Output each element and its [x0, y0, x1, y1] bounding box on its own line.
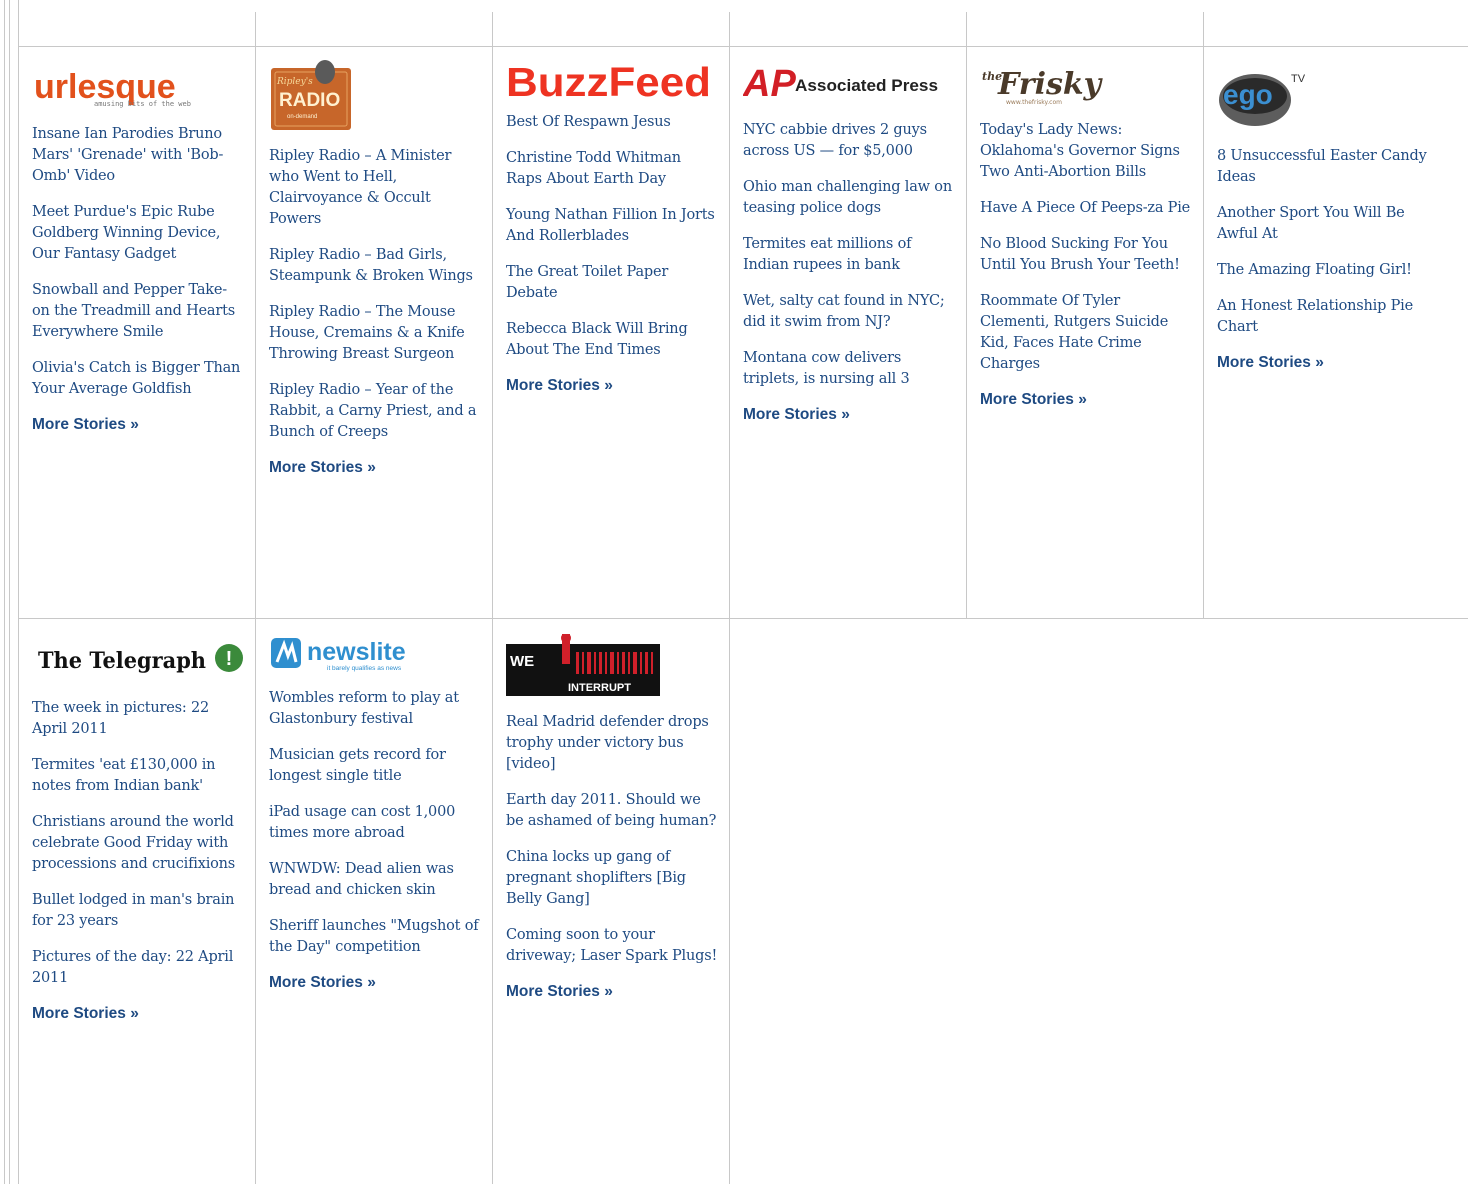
svg-text:Ripley's: Ripley's: [276, 77, 313, 87]
svg-text:INTERRUPT: INTERRUPT: [568, 682, 631, 694]
left-border-inner: [9, 0, 10, 1184]
newslite-logo[interactable]: newslite it barely qualifies as news: [269, 634, 429, 674]
story-link[interactable]: Meet Purdue's Epic Rube Goldberg Winning…: [32, 202, 244, 265]
source-buzzfeed: BuzzFeed Best Of Respawn Jesus Christine…: [506, 60, 718, 396]
buzzfeed-logo[interactable]: BuzzFeed: [506, 60, 716, 100]
svg-text:WE: WE: [510, 653, 534, 670]
more-stories-link[interactable]: More Stories »: [269, 458, 481, 478]
story-link[interactable]: Bullet lodged in man's brain for 23 year…: [32, 890, 244, 932]
story-link[interactable]: iPad usage can cost 1,000 times more abr…: [269, 802, 481, 844]
story-link[interactable]: Have A Piece Of Peeps-za Pie: [980, 198, 1192, 219]
more-stories-link[interactable]: More Stories »: [506, 982, 718, 1002]
source-ripley-radio: Ripley's RADIO on-demand Ripley Radio – …: [269, 60, 481, 478]
story-link[interactable]: WNWDW: Dead alien was bread and chicken …: [269, 859, 481, 901]
story-link[interactable]: Sheriff launches "Mugshot of the Day" co…: [269, 916, 481, 958]
story-link[interactable]: 8 Unsuccessful Easter Candy Ideas: [1217, 146, 1429, 188]
column-divider: [1203, 12, 1204, 619]
story-link[interactable]: Christians around the world celebrate Go…: [32, 812, 244, 875]
story-link[interactable]: Young Nathan Fillion In Jorts And Roller…: [506, 205, 718, 247]
story-link[interactable]: Best Of Respawn Jesus: [506, 112, 718, 133]
story-link[interactable]: Snowball and Pepper Take-on the Treadmil…: [32, 280, 244, 343]
story-link[interactable]: Roommate Of Tyler Clementi, Rutgers Suic…: [980, 291, 1192, 375]
left-border-outer: [4, 0, 5, 1184]
we-interrupt-logo[interactable]: WE INTERRUPT: [506, 634, 660, 698]
source-associated-press: AP Associated Press NYC cabbie drives 2 …: [743, 60, 955, 425]
story-link[interactable]: Real Madrid defender drops trophy under …: [506, 712, 718, 775]
story-link[interactable]: Ripley Radio – A Minister who Went to He…: [269, 146, 481, 230]
ego-tv-logo[interactable]: ego TV: [1217, 60, 1317, 130]
more-stories-link[interactable]: More Stories »: [980, 390, 1192, 410]
source-newslite: newslite it barely qualifies as news Wom…: [269, 634, 481, 993]
svg-text:amusing bits of the web: amusing bits of the web: [94, 100, 191, 108]
story-link[interactable]: Another Sport You Will Be Awful At: [1217, 203, 1429, 245]
story-link[interactable]: Ripley Radio – Year of the Rabbit, a Car…: [269, 380, 481, 443]
urlesque-logo[interactable]: urlesque amusing bits of the web: [32, 60, 192, 108]
more-stories-link[interactable]: More Stories »: [32, 1004, 244, 1024]
the-telegraph-logo[interactable]: The Telegraph !: [32, 634, 246, 682]
column-divider: [729, 12, 730, 1184]
source-ego-tv: ego TV 8 Unsuccessful Easter Candy Ideas…: [1217, 60, 1429, 373]
row-divider-middle: [18, 618, 1468, 619]
column-divider: [255, 12, 256, 1184]
more-stories-link[interactable]: More Stories »: [743, 405, 955, 425]
story-link[interactable]: China locks up gang of pregnant shoplift…: [506, 847, 718, 910]
source-we-interrupt: WE INTERRUPT Real Madrid defender drops …: [506, 634, 718, 1002]
story-link[interactable]: Pictures of the day: 22 April 2011: [32, 947, 244, 989]
svg-text:Associated Press: Associated Press: [795, 76, 938, 95]
story-link[interactable]: Termites 'eat £130,000 in notes from Ind…: [32, 755, 244, 797]
svg-text:AP: AP: [743, 63, 796, 104]
story-link[interactable]: Montana cow delivers triplets, is nursin…: [743, 348, 955, 390]
source-urlesque: urlesque amusing bits of the web Insane …: [32, 60, 244, 435]
svg-text:BuzzFeed: BuzzFeed: [506, 60, 711, 100]
story-link[interactable]: The Amazing Floating Girl!: [1217, 260, 1429, 281]
column-divider: [492, 12, 493, 1184]
story-link[interactable]: The week in pictures: 22 April 2011: [32, 698, 244, 740]
story-link[interactable]: Musician gets record for longest single …: [269, 745, 481, 787]
row-divider-top: [18, 46, 1468, 47]
svg-text:The Telegraph: The Telegraph: [38, 648, 206, 674]
more-stories-link[interactable]: More Stories »: [1217, 353, 1429, 373]
story-link[interactable]: Termites eat millions of Indian rupees i…: [743, 234, 955, 276]
associated-press-logo[interactable]: AP Associated Press: [743, 60, 943, 104]
the-frisky-logo[interactable]: the Frisky www.thefrisky.com: [980, 60, 1110, 110]
story-link[interactable]: NYC cabbie drives 2 guys across US — for…: [743, 120, 955, 162]
svg-text:TV: TV: [1291, 73, 1306, 85]
story-link[interactable]: Christine Todd Whitman Raps About Earth …: [506, 148, 718, 190]
svg-text:RADIO: RADIO: [279, 90, 340, 111]
svg-text:it barely qualifies as news: it barely qualifies as news: [327, 665, 402, 672]
source-the-frisky: the Frisky www.thefrisky.com Today's Lad…: [980, 60, 1192, 410]
story-link[interactable]: Ohio man challenging law on teasing poli…: [743, 177, 955, 219]
svg-text:ego: ego: [1223, 79, 1273, 110]
more-stories-link[interactable]: More Stories »: [269, 973, 481, 993]
svg-text:Frisky: Frisky: [997, 67, 1104, 102]
source-the-telegraph: The Telegraph ! The week in pictures: 22…: [32, 634, 244, 1024]
svg-text:www.thefrisky.com: www.thefrisky.com: [1006, 99, 1062, 106]
story-link[interactable]: Earth day 2011. Should we be ashamed of …: [506, 790, 718, 832]
story-link[interactable]: Insane Ian Parodies Bruno Mars' 'Grenade…: [32, 124, 244, 187]
story-link[interactable]: Wombles reform to play at Glastonbury fe…: [269, 688, 481, 730]
story-link[interactable]: Rebecca Black Will Bring About The End T…: [506, 319, 718, 361]
column-divider: [18, 0, 19, 1184]
more-stories-link[interactable]: More Stories »: [506, 376, 718, 396]
story-link[interactable]: Coming soon to your driveway; Laser Spar…: [506, 925, 718, 967]
more-stories-link[interactable]: More Stories »: [32, 415, 244, 435]
story-link[interactable]: Olivia's Catch is Bigger Than Your Avera…: [32, 358, 244, 400]
story-link[interactable]: Ripley Radio – The Mouse House, Cremains…: [269, 302, 481, 365]
svg-text:newslite: newslite: [307, 638, 406, 666]
ripley-radio-logo[interactable]: Ripley's RADIO on-demand: [269, 60, 355, 132]
story-link[interactable]: No Blood Sucking For You Until You Brush…: [980, 234, 1192, 276]
story-link[interactable]: The Great Toilet Paper Debate: [506, 262, 718, 304]
story-link[interactable]: Ripley Radio – Bad Girls, Steampunk & Br…: [269, 245, 481, 287]
story-link[interactable]: Today's Lady News: Oklahoma's Governor S…: [980, 120, 1192, 183]
story-link[interactable]: An Honest Relationship Pie Chart: [1217, 296, 1429, 338]
svg-text:!: !: [226, 648, 233, 670]
svg-text:on-demand: on-demand: [287, 114, 317, 120]
story-link[interactable]: Wet, salty cat found in NYC; did it swim…: [743, 291, 955, 333]
column-divider: [966, 12, 967, 619]
news-sources-grid: urlesque amusing bits of the web Insane …: [18, 0, 1468, 1184]
